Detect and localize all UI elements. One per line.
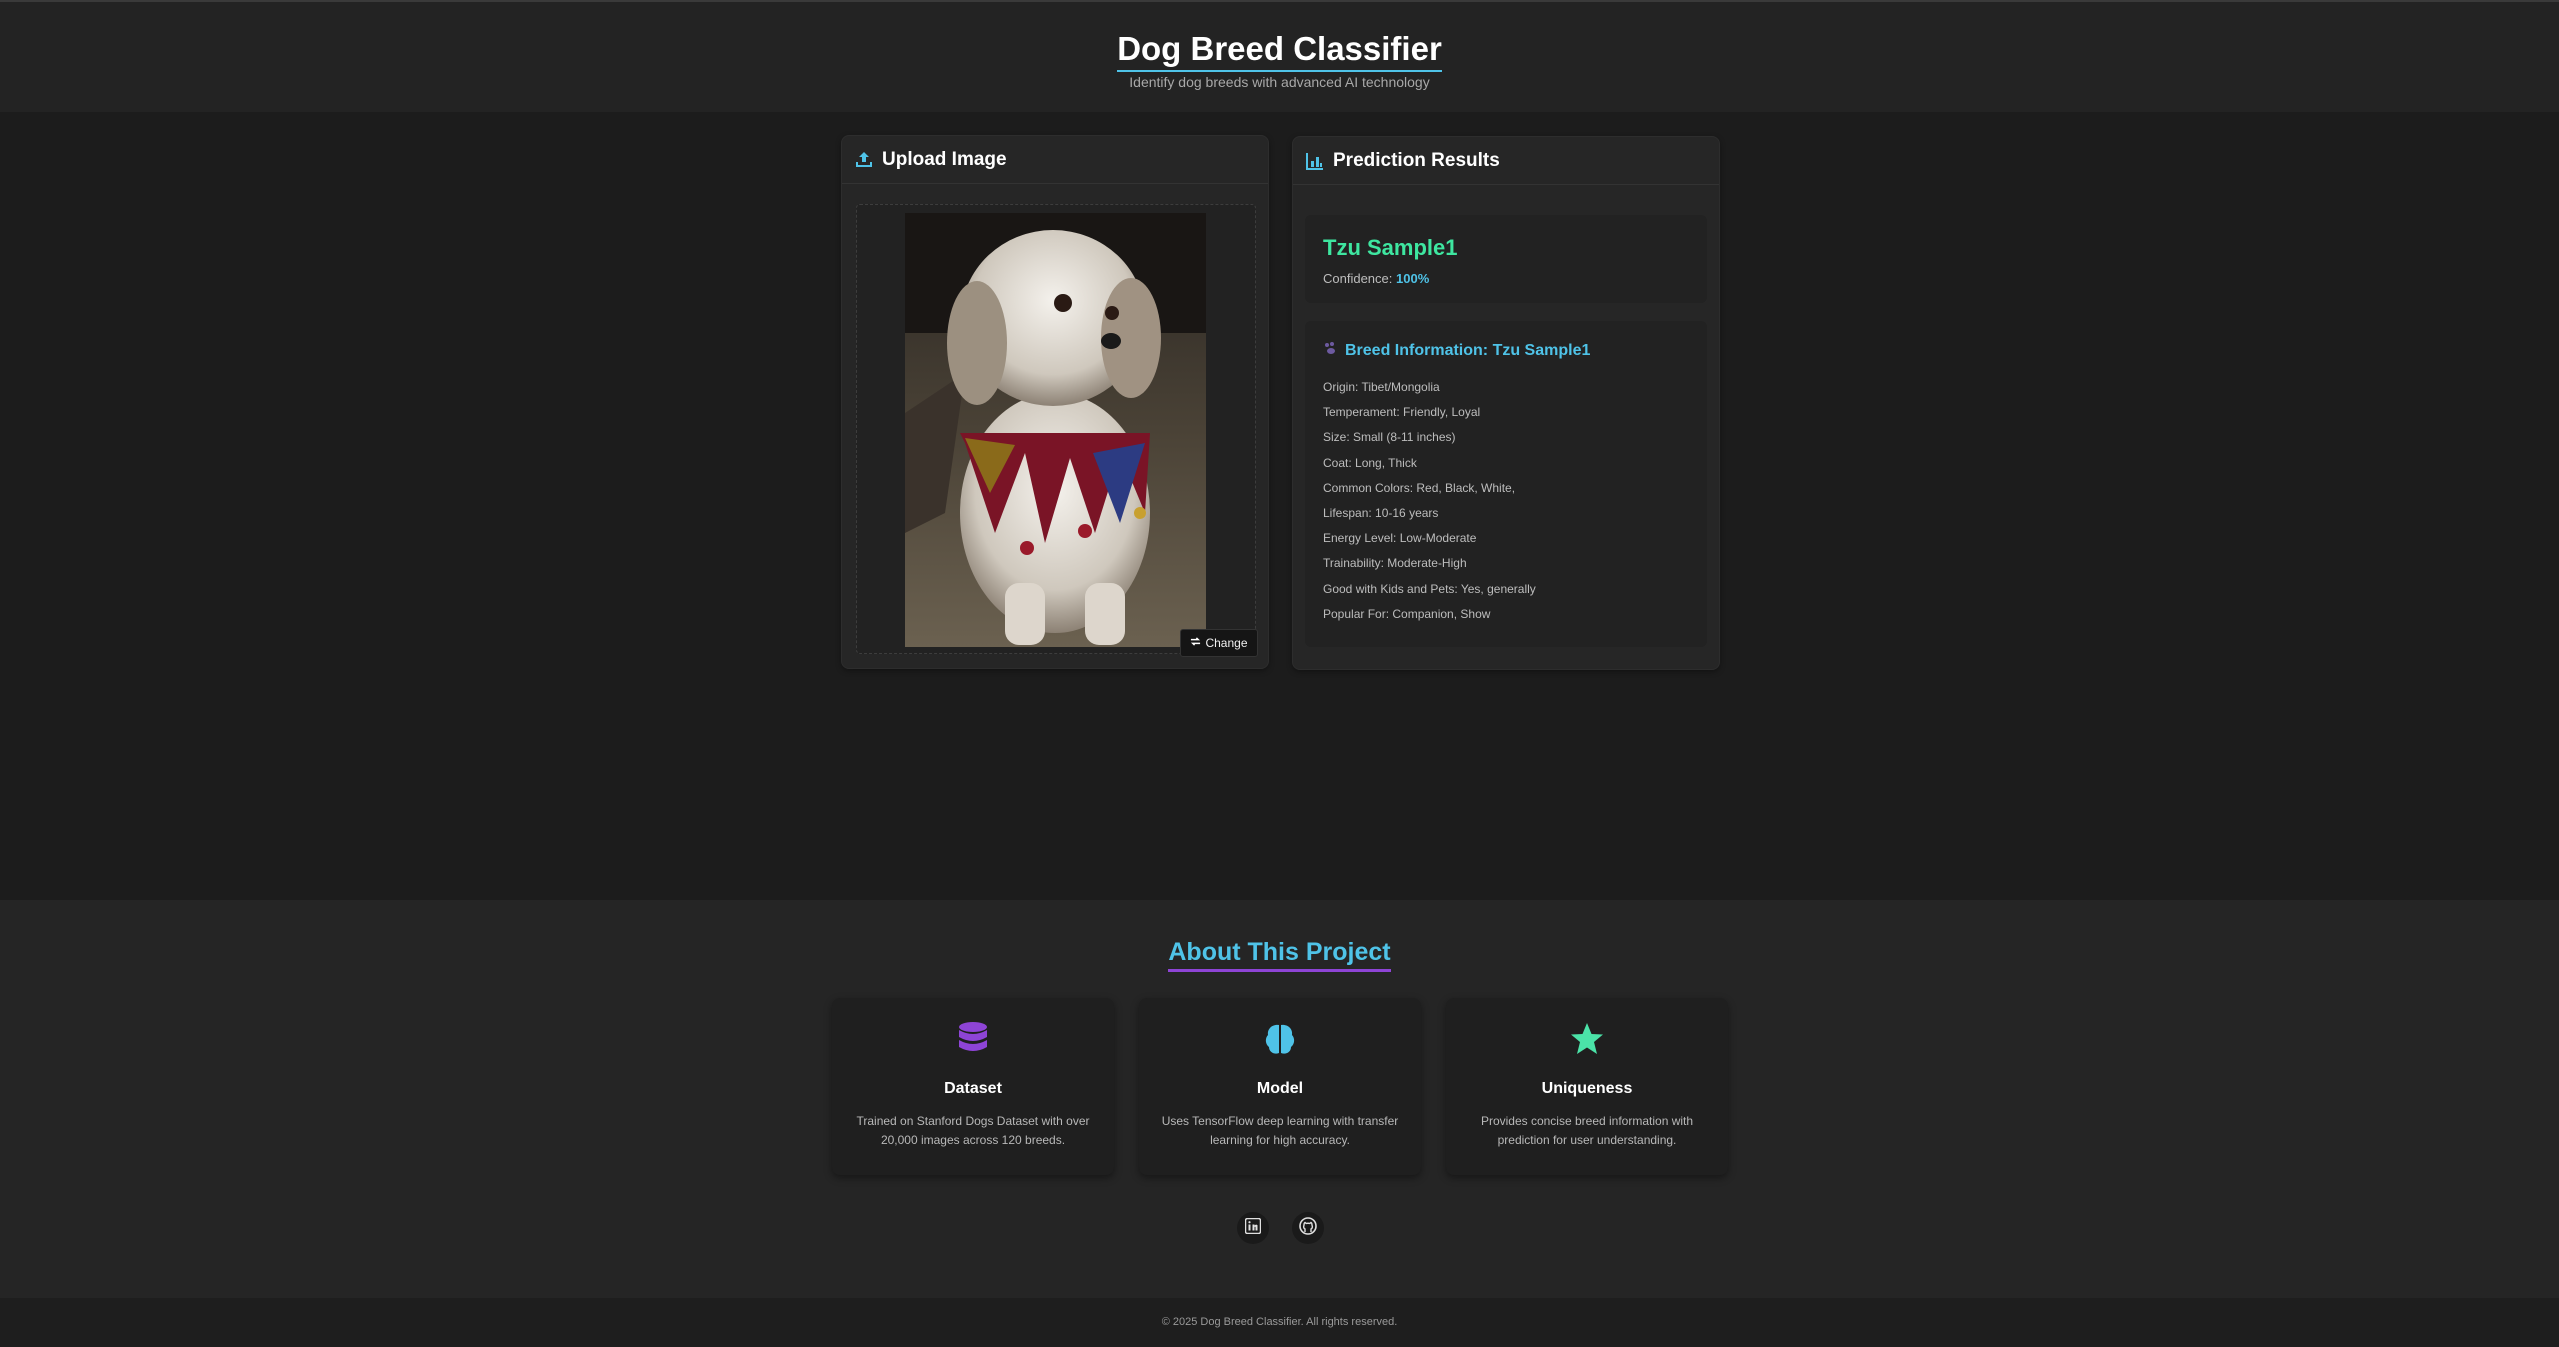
database-icon	[832, 1022, 1114, 1056]
page: Dog Breed Classifier Identify dog breeds…	[0, 0, 2559, 1347]
upload-card: Upload Image Change	[841, 135, 1269, 669]
predicted-breed: Tzu Sample1	[1323, 235, 1458, 260]
results-card-title: Prediction Results	[1333, 149, 1500, 171]
feature-card-dataset: Dataset Trained on Stanford Dogs Dataset…	[832, 998, 1114, 1175]
upload-card-title: Upload Image	[882, 148, 1007, 170]
feature-description: Provides concise breed information with …	[1480, 1114, 1694, 1147]
info-origin: Origin: Tibet/Mongolia	[1323, 380, 1440, 394]
change-image-button[interactable]: Change	[1180, 629, 1258, 657]
footer: © 2025 Dog Breed Classifier. All rights …	[0, 1298, 2559, 1347]
page-subtitle: Identify dog breeds with advanced AI tec…	[1129, 74, 1430, 90]
feature-description: Trained on Stanford Dogs Dataset with ov…	[856, 1114, 1090, 1147]
info-temperament: Temperament: Friendly, Loyal	[1323, 405, 1481, 420]
breed-info-heading: Breed Information: Tzu Sample1	[1323, 341, 1590, 360]
brain-icon	[1139, 1022, 1421, 1056]
upload-card-header: Upload Image	[842, 136, 1268, 184]
breed-info-title: Breed Information: Tzu Sample1	[1345, 341, 1591, 359]
info-coat: Coat: Long, Thick	[1323, 455, 1417, 470]
feature-title: Uniqueness	[1541, 1080, 1633, 1097]
chart-icon	[1305, 151, 1325, 171]
info-kids-pets: Good with Kids and Pets: Yes, generally	[1323, 581, 1536, 596]
info-colors: Common Colors: Red, Black, White,	[1323, 480, 1516, 495]
swap-icon	[1190, 636, 1201, 650]
github-link[interactable]	[1292, 1212, 1324, 1244]
star-icon	[1446, 1022, 1728, 1056]
feature-title: Model	[1256, 1080, 1304, 1097]
confidence-value: 100%	[1396, 271, 1430, 286]
image-dropzone[interactable]: Change	[856, 204, 1258, 657]
change-image-label: Change	[1205, 636, 1248, 650]
feature-description: Uses TensorFlow deep learning with trans…	[1161, 1114, 1399, 1147]
header: Dog Breed Classifier Identify dog breeds…	[0, 0, 2559, 112]
feature-card-uniqueness: Uniqueness Provides concise breed inform…	[1446, 998, 1728, 1175]
feature-card-model: Model Uses TensorFlow deep learning with…	[1139, 998, 1421, 1175]
about-title: About This Project	[0, 938, 2559, 972]
breed-info-box: Breed Information: Tzu Sample1 Origin: T…	[1305, 321, 1707, 647]
prediction-box: Tzu Sample1 Confidence: 100%	[1305, 215, 1707, 303]
linkedin-icon	[1244, 1217, 1262, 1239]
results-card-header: Prediction Results	[1293, 137, 1719, 185]
upload-icon	[854, 150, 874, 170]
confidence: Confidence: 100%	[1323, 271, 1429, 286]
page-title: Dog Breed Classifier	[0, 30, 2559, 72]
confidence-label: Confidence:	[1323, 271, 1393, 286]
results-card: Prediction Results Tzu Sample1 Confidenc…	[1292, 136, 1720, 670]
info-size: Size: Small (8-11 inches)	[1323, 430, 1456, 445]
copyright-text: © 2025 Dog Breed Classifier. All rights …	[1161, 1316, 1398, 1328]
paw-icon	[1323, 341, 1337, 360]
uploaded-dog-image	[905, 213, 1206, 647]
linkedin-link[interactable]	[1237, 1212, 1269, 1244]
info-popular-for: Popular For: Companion, Show	[1323, 606, 1491, 621]
info-lifespan: Lifespan: 10-16 years	[1323, 505, 1439, 520]
breed-info-list: Origin: Tibet/Mongolia Temperament: Frie…	[1323, 379, 1536, 631]
about-section: About This Project Dataset Trained on St…	[0, 900, 2559, 1298]
info-energy: Energy Level: Low-Moderate	[1323, 531, 1477, 546]
feature-title: Dataset	[944, 1080, 1002, 1097]
github-icon	[1299, 1216, 1317, 1240]
info-trainability: Trainability: Moderate-High	[1323, 556, 1467, 571]
